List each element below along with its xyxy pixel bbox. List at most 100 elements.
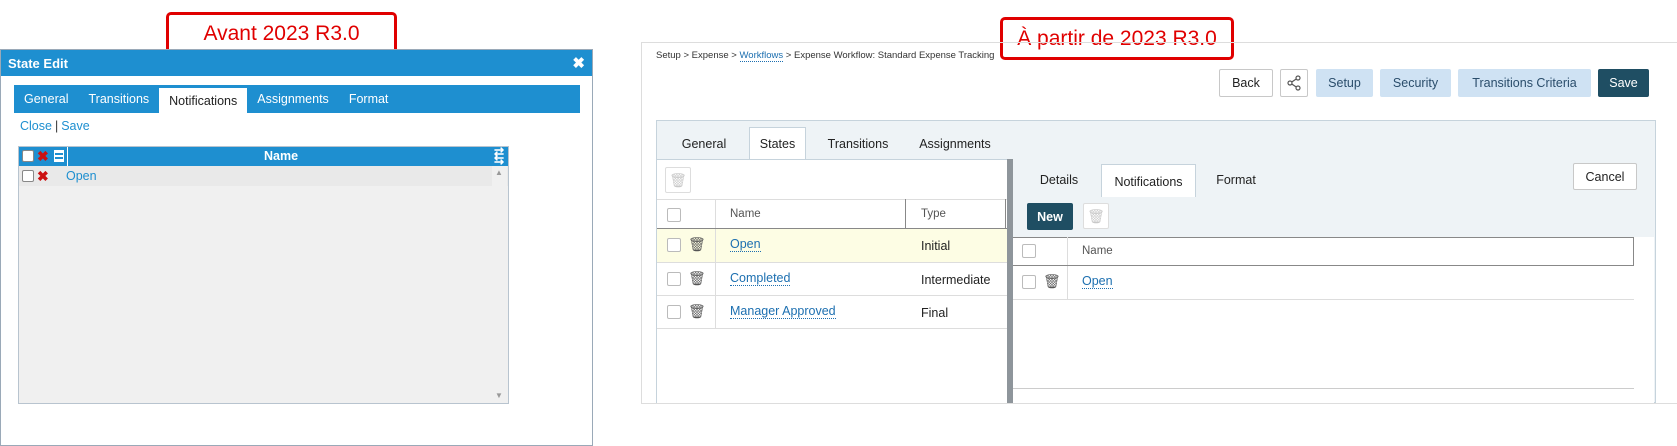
state-name-link[interactable]: Completed [730, 271, 791, 286]
back-button[interactable]: Back [1219, 69, 1273, 97]
old-tab-general-label: General [24, 92, 69, 106]
trash-icon[interactable]: 🗑 [688, 303, 706, 320]
breadcrumb-expense[interactable]: Expense [692, 50, 729, 61]
old-tab-assignments-label: Assignments [257, 92, 329, 106]
detail-tab-format[interactable]: Format [1208, 164, 1264, 196]
transitions-criteria-button[interactable]: Transitions Criteria [1458, 69, 1591, 97]
save-link[interactable]: Save [61, 119, 90, 133]
detail-tab-details[interactable]: Details [1028, 164, 1090, 196]
notif-row-divider [1067, 266, 1068, 299]
old-grid-header: ✖ Name ⇄ ⇆ [19, 146, 508, 166]
states-row-divider [715, 229, 716, 328]
notif-name-link[interactable]: Open [1082, 274, 1113, 289]
old-tab-transitions[interactable]: Transitions [78, 85, 159, 113]
close-icon[interactable]: ✖ [572, 54, 585, 72]
swap-columns-icon[interactable]: ⇄ ⇆ [491, 146, 507, 166]
trash-icon[interactable]: 🗑 [688, 236, 706, 253]
save-button-label: Save [1609, 76, 1638, 90]
states-pane: 🗑 Name Type 🗑 Open Initial 🗑 Completed I… [657, 159, 1007, 403]
notif-header-right-border [1633, 237, 1634, 265]
detail-tab-notifications[interactable]: Notifications [1101, 164, 1196, 198]
old-notifications-grid: ✖ Name ⇄ ⇆ ✖ Open ▲ ▼ [18, 146, 509, 404]
old-grid-scrollbar[interactable]: ▲ ▼ [492, 166, 507, 402]
state-name-link[interactable]: Open [730, 237, 761, 252]
old-tab-notifications-label: Notifications [169, 93, 238, 108]
security-button-label: Security [1392, 76, 1439, 90]
breadcrumb-setup[interactable]: Setup [656, 50, 681, 61]
row-divider [657, 262, 1007, 263]
states-header-divider-2 [905, 199, 906, 228]
security-button[interactable]: Security [1380, 69, 1451, 97]
states-grid-top-line [657, 199, 1007, 200]
notif-header-bottom-line [1013, 265, 1634, 266]
delete-all-icon[interactable]: ✖ [37, 149, 49, 163]
delete-states-button[interactable]: 🗑 [665, 167, 691, 193]
breadcrumb-current: Expense Workflow: Standard Expense Track… [793, 50, 995, 61]
cancel-button-label: Cancel [1585, 169, 1625, 184]
setup-button-label: Setup [1328, 76, 1361, 90]
breadcrumb: Setup > Expense > Workflows > Expense Wo… [656, 50, 995, 62]
row-divider [657, 328, 1007, 329]
state-type: Intermediate [921, 273, 991, 287]
state-row-checkbox[interactable] [667, 238, 681, 252]
row-divider [657, 295, 1007, 296]
states-name-header: Name [730, 208, 761, 220]
notif-row-checkbox[interactable] [1022, 275, 1036, 289]
header-divider [67, 147, 68, 166]
row-checkbox[interactable] [22, 170, 34, 182]
scroll-up-icon[interactable]: ▲ [495, 168, 503, 177]
tab-transitions[interactable]: Transitions [820, 128, 896, 159]
back-button-label: Back [1232, 76, 1260, 90]
setup-button[interactable]: Setup [1316, 69, 1373, 97]
state-row-checkbox[interactable] [667, 305, 681, 319]
state-details-pane: Details Notifications Format Cancel New … [1013, 159, 1654, 403]
breadcrumb-separator: > [683, 50, 690, 61]
detail-tab-details-label: Details [1039, 173, 1079, 187]
states-select-all-checkbox[interactable] [667, 208, 681, 222]
old-grid-name-header: Name [264, 149, 299, 163]
old-tab-bar: General Transitions Notifications Assign… [14, 85, 580, 113]
tab-states-label: States [759, 137, 796, 151]
tab-general[interactable]: General [673, 128, 735, 159]
select-all-checkbox[interactable] [22, 150, 34, 162]
old-tab-transitions-label: Transitions [88, 92, 150, 106]
columns-icon[interactable] [54, 150, 64, 162]
tab-transitions-label: Transitions [827, 136, 889, 151]
detail-tab-notifications-label: Notifications [1114, 174, 1183, 189]
cancel-button[interactable]: Cancel [1573, 163, 1637, 190]
save-button[interactable]: Save [1598, 69, 1649, 97]
dialog-title: State Edit [8, 55, 68, 71]
close-link[interactable]: Close [20, 119, 52, 133]
trash-icon: 🗑 [1087, 207, 1105, 224]
old-tab-assignments[interactable]: Assignments [247, 85, 339, 113]
notif-select-all-checkbox[interactable] [1022, 244, 1036, 258]
old-row-name-link[interactable]: Open [66, 169, 97, 183]
trash-icon[interactable]: 🗑 [1043, 273, 1061, 290]
old-tab-general[interactable]: General [14, 85, 78, 113]
new-notification-button-label: New [1037, 209, 1063, 224]
old-grid-row: ✖ Open [19, 166, 508, 186]
share-icon [1287, 75, 1301, 91]
delete-row-icon[interactable]: ✖ [37, 169, 49, 183]
trash-icon[interactable]: 🗑 [688, 270, 706, 287]
scroll-down-icon[interactable]: ▼ [495, 391, 503, 400]
old-action-links: Close | Save [20, 119, 90, 133]
notif-name-header: Name [1082, 245, 1113, 257]
details-toolbar [1013, 197, 1654, 237]
notif-grid-top-line [1013, 237, 1634, 238]
breadcrumb-workflows[interactable]: Workflows [739, 50, 784, 62]
states-header-right-border [1005, 199, 1006, 228]
new-notification-button[interactable]: New [1027, 203, 1073, 230]
old-tab-notifications[interactable]: Notifications [159, 88, 248, 113]
state-type: Final [921, 306, 949, 320]
state-row-checkbox[interactable] [667, 272, 681, 286]
notif-grid-empty-area [1013, 300, 1634, 388]
share-button[interactable] [1280, 69, 1308, 97]
notif-header-divider [1067, 237, 1068, 265]
tab-assignments[interactable]: Assignments [911, 128, 999, 159]
old-tab-format[interactable]: Format [339, 85, 399, 113]
state-name-link[interactable]: Manager Approved [730, 304, 836, 319]
tab-states[interactable]: States [749, 127, 806, 160]
delete-notifications-button[interactable]: 🗑 [1083, 203, 1109, 229]
state-row-open[interactable] [657, 229, 1007, 262]
